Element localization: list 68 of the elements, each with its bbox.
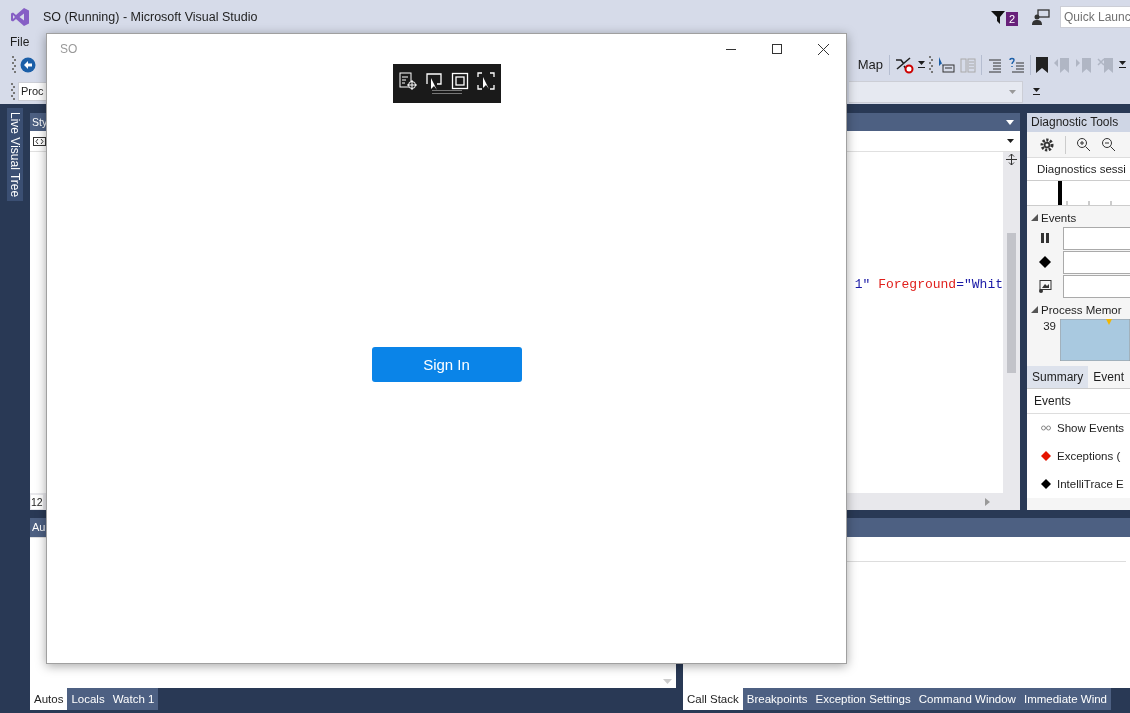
logo-icon: [10, 6, 30, 27]
axis-label: 39: [1042, 319, 1057, 334]
sign-in-button[interactable]: Sign In: [371, 347, 522, 382]
close-icon: [817, 43, 829, 55]
tab[interactable]: Call Stack: [683, 688, 743, 710]
tab[interactable]: Immediate Wind: [1019, 688, 1112, 710]
group-header: Process Memor: [1041, 303, 1122, 316]
filter-icon[interactable]: [989, 8, 1006, 25]
settings-icon[interactable]: [1039, 136, 1055, 153]
grip-icon: [929, 56, 933, 73]
tab[interactable]: Command Window: [914, 688, 1020, 710]
caret-icon[interactable]: [918, 60, 925, 69]
caret-icon[interactable]: [1119, 60, 1126, 69]
minimize-icon: [726, 48, 736, 50]
panel-title: Diagnostic Tools: [1027, 113, 1130, 132]
tab[interactable]: Locals: [67, 688, 109, 710]
caret-icon: [1009, 89, 1016, 94]
link-icon: [1041, 425, 1051, 431]
tab[interactable]: Watch 1: [108, 688, 159, 710]
drag-handle[interactable]: [431, 90, 462, 94]
tab[interactable]: Autos: [30, 688, 68, 710]
process-combo[interactable]: Proc: [18, 82, 46, 101]
zoom-in-icon[interactable]: [1076, 137, 1091, 152]
square-icon[interactable]: [450, 72, 469, 90]
session-label: Diagnostics sessi: [1027, 158, 1130, 181]
quick-launch-field[interactable]: Quick Launc: [1060, 5, 1130, 28]
zoom-field[interactable]: 12: [31, 494, 43, 509]
window-title: SO: [59, 42, 79, 56]
grip-icon: [12, 56, 16, 73]
zoom-out-icon[interactable]: [1101, 137, 1116, 152]
image-icon: [1038, 279, 1052, 293]
tab[interactable]: Summary: [1027, 366, 1089, 388]
memory-graph: [1060, 319, 1130, 361]
caret-icon[interactable]: [1006, 119, 1014, 125]
list-target-icon[interactable]: [398, 72, 417, 90]
pointer-list-icon[interactable]: [937, 55, 955, 74]
menu-item[interactable]: File: [10, 34, 33, 49]
expand-icon[interactable]: [1031, 214, 1038, 221]
tab[interactable]: Exception Settings: [811, 688, 915, 710]
maximize-icon: [772, 44, 782, 54]
question-lines-icon[interactable]: [1008, 55, 1026, 74]
pane-title: Au: [32, 521, 46, 533]
tab[interactable]: Breakpoints: [742, 688, 812, 710]
overflow-icon[interactable]: [1033, 87, 1040, 96]
diamond-icon: [1039, 256, 1051, 268]
group-header: Events: [1041, 211, 1077, 224]
side-tab[interactable]: Live Visual Tree: [7, 108, 23, 202]
pointer-frame-icon[interactable]: [476, 72, 495, 90]
unlink-icon[interactable]: [894, 54, 914, 75]
pane-title: Sty: [32, 116, 48, 128]
tag-icon: [33, 136, 46, 146]
pause-icon: [1041, 233, 1049, 243]
split-icon[interactable]: [1006, 154, 1017, 165]
section-header: Events: [1027, 389, 1130, 414]
diamond-icon: [1041, 479, 1051, 489]
bookmark-icon[interactable]: [1035, 55, 1049, 74]
feedback-icon[interactable]: [1032, 8, 1050, 25]
toolbar-button[interactable]: Map: [855, 55, 885, 74]
notification-badge: 2: [1005, 11, 1018, 26]
back-icon[interactable]: [20, 56, 36, 73]
code-line: 1" Foreground="Whit: [854, 277, 1003, 292]
grip-icon: [11, 83, 15, 100]
caret-icon[interactable]: [1007, 139, 1014, 143]
expand-icon[interactable]: [1031, 306, 1038, 313]
tab[interactable]: Event: [1088, 366, 1130, 388]
pointer-box-icon[interactable]: [424, 72, 443, 90]
diamond-icon: [1041, 451, 1051, 461]
window-title: SO (Running) - Microsoft Visual Studio: [43, 9, 258, 24]
